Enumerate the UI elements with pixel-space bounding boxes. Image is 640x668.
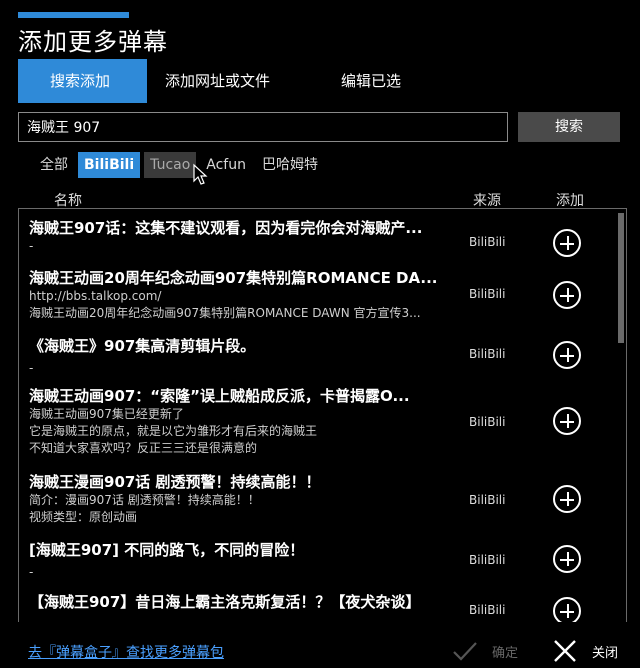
window-title: 添加更多弹幕	[18, 28, 168, 56]
close-button[interactable]: 关闭	[552, 636, 618, 666]
search-input[interactable]	[19, 113, 507, 141]
plus-circle-icon[interactable]	[553, 545, 581, 573]
list-item[interactable]: 【海贼王907】昔日海上霸主洛克斯复活！？【夜犬杂谈】 BiliBili	[29, 591, 599, 622]
tab-edit-selected[interactable]: 编辑已选	[341, 59, 417, 103]
plus-circle-icon[interactable]	[553, 341, 581, 369]
result-desc: 视频类型：原创动画	[29, 510, 138, 524]
column-header-source: 来源	[473, 193, 501, 209]
result-title: 【海贼王907】昔日海上霸主洛克斯复活！？【夜犬杂谈】	[29, 593, 421, 611]
result-source: BiliBili	[469, 235, 506, 249]
check-icon	[453, 642, 477, 661]
results-list[interactable]: 海贼王907话：这集不建议观看，因为看完你会对海贼产... - BiliBili…	[18, 208, 627, 622]
plus-circle-icon[interactable]	[553, 485, 581, 513]
result-source: BiliBili	[469, 287, 506, 301]
filter-acfun[interactable]: Acfun	[200, 152, 252, 178]
result-desc: 海贼王动画20周年纪念动画907集特别篇ROMANCE DAWN 官方宣传3..…	[29, 306, 421, 320]
list-item[interactable]: [海贼王907] 不同的路飞，不同的冒险！ - BiliBili	[29, 539, 599, 581]
result-desc: 它是海贼王的原点，就是以它为雏形才有后来的海贼王	[29, 424, 318, 438]
confirm-label: 确定	[492, 645, 519, 661]
plus-circle-icon[interactable]	[553, 407, 581, 435]
list-item[interactable]: 海贼王动画907：“索隆”误上贼船成反派，卡普揭露O... 海贼王动画907集已…	[29, 385, 599, 457]
result-desc: -	[29, 565, 34, 579]
mouse-pointer-icon	[193, 163, 208, 185]
scrollbar-thumb[interactable]	[618, 213, 624, 343]
find-more-danmaku-link[interactable]: 去『弹幕盒子』查找更多弹幕包	[28, 642, 224, 662]
filter-all[interactable]: 全部	[34, 152, 74, 178]
result-title: 海贼王动画20周年纪念动画907集特别篇ROMANCE DA...	[29, 269, 438, 287]
search-button[interactable]: 搜索	[518, 112, 620, 142]
tab-add-url-or-file[interactable]: 添加网址或文件	[147, 59, 341, 103]
result-title: 海贼王漫画907话 剧透预警！持续高能！！	[29, 473, 321, 491]
result-source: BiliBili	[469, 603, 506, 617]
result-desc: -	[29, 239, 34, 253]
plus-circle-icon[interactable]	[553, 597, 581, 622]
filter-tucao[interactable]: Tucao	[144, 152, 197, 178]
result-source: BiliBili	[469, 347, 506, 361]
tab-bar: 搜索添加 添加网址或文件 编辑已选	[18, 59, 417, 103]
title-accent-bar	[18, 12, 129, 18]
result-desc: 简介：漫画907话 剧透预警！持续高能！！	[29, 493, 260, 507]
result-source: BiliBili	[469, 493, 506, 507]
result-source: BiliBili	[469, 553, 506, 567]
list-item[interactable]: 海贼王漫画907话 剧透预警！持续高能！！ 简介：漫画907话 剧透预警！持续高…	[29, 471, 599, 526]
result-title: 海贼王907话：这集不建议观看，因为看完你会对海贼产...	[29, 219, 423, 237]
tab-search-add[interactable]: 搜索添加	[18, 59, 147, 103]
plus-circle-icon[interactable]	[553, 281, 581, 309]
confirm-button[interactable]: 确定	[452, 636, 518, 666]
filter-bahamut[interactable]: 巴哈姆特	[256, 152, 324, 178]
result-title: [海贼王907] 不同的路飞，不同的冒险！	[29, 541, 305, 559]
result-source: BiliBili	[469, 415, 506, 429]
column-header-name: 名称	[54, 193, 82, 209]
result-desc: -	[29, 361, 34, 375]
result-desc: http://bbs.talkop.com/	[29, 289, 162, 303]
result-desc: 海贼王动画907集已经更新了	[29, 407, 184, 421]
result-title: 海贼王动画907：“索隆”误上贼船成反派，卡普揭露O...	[29, 387, 410, 405]
result-desc: 不知道大家喜欢吗？反正三三还是很满意的	[29, 441, 258, 455]
filter-bilibili[interactable]: BiliBili	[78, 152, 141, 178]
list-item[interactable]: 《海贼王》907集高清剪辑片段。 - BiliBili	[29, 335, 599, 377]
list-item[interactable]: 海贼王动画20周年纪念动画907集特别篇ROMANCE DA... http:/…	[29, 267, 599, 322]
close-icon	[554, 640, 576, 662]
search-field-wrapper	[18, 112, 508, 142]
result-title: 《海贼王》907集高清剪辑片段。	[29, 337, 256, 355]
column-header-add: 添加	[556, 193, 584, 209]
plus-circle-icon[interactable]	[553, 229, 581, 257]
list-item[interactable]: 海贼王907话：这集不建议观看，因为看完你会对海贼产... - BiliBili	[29, 217, 599, 257]
close-label: 关闭	[592, 645, 619, 661]
source-filter-bar: 全部 BiliBili Tucao Acfun 巴哈姆特	[34, 152, 328, 178]
